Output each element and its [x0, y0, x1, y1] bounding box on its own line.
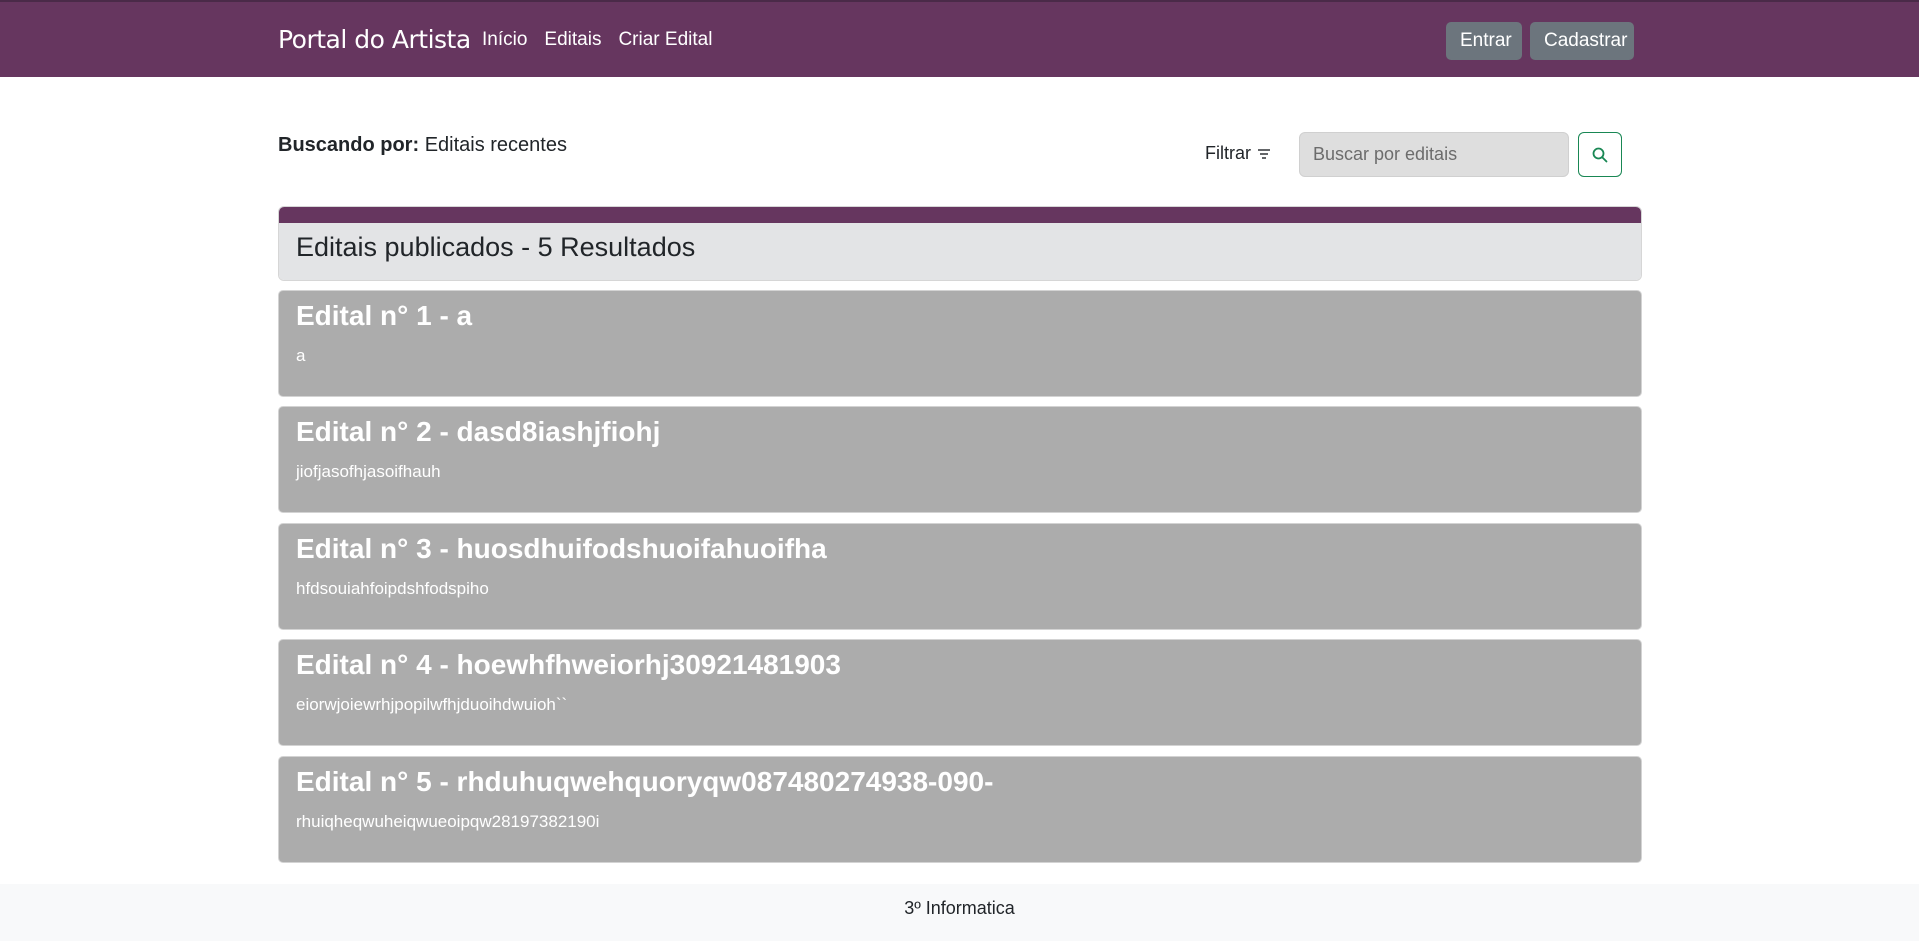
filter-icon — [1258, 148, 1270, 159]
edital-title: Edital n° 2 - dasd8iashjfiohj — [296, 416, 661, 447]
edital-description: hfdsouiahfoipdshfodspiho — [296, 579, 489, 598]
filter-button[interactable]: Filtrar — [1205, 143, 1271, 164]
signup-button[interactable]: Cadastrar — [1530, 22, 1634, 60]
brand-logo[interactable]: Portal do Artista — [278, 25, 471, 54]
edital-description: eiorwjoiewrhjpopilwfhjduoihdwuioh`` — [296, 695, 568, 714]
edital-card[interactable]: Edital n° 1 - a a — [278, 290, 1642, 397]
results-card-accent — [279, 207, 1641, 223]
edital-title: Edital n° 3 - huosdhuifodshuoifahuoifha — [296, 533, 827, 564]
search-status-label: Buscando por: — [278, 134, 420, 156]
edital-card[interactable]: Edital n° 3 - huosdhuifodshuoifahuoifha … — [278, 523, 1642, 630]
edital-card[interactable]: Edital n° 5 - rhduhuqwehquoryqw087480274… — [278, 756, 1642, 863]
results-card: Editais publicados - 5 Resultados — [278, 206, 1642, 281]
search-icon — [1592, 147, 1608, 162]
search-button[interactable] — [1578, 132, 1622, 177]
edital-card[interactable]: Edital n° 4 - hoewhfhweiorhj30921481903 … — [278, 639, 1642, 746]
nav-link-inicio[interactable]: Início — [482, 29, 527, 51]
navbar: Portal do Artista Início Editais Criar E… — [0, 0, 1919, 77]
filter-label: Filtrar — [1205, 143, 1251, 163]
footer: 3º Informatica — [0, 884, 1919, 941]
footer-text: 3º Informatica — [904, 898, 1015, 918]
nav-links: Início Editais Criar Edital — [482, 29, 712, 51]
search-status-value: Editais recentes — [424, 134, 567, 156]
login-button[interactable]: Entrar — [1446, 22, 1522, 60]
search-status: Buscando por: Editais recentes — [278, 134, 567, 157]
edital-title: Edital n° 4 - hoewhfhweiorhj30921481903 — [296, 649, 841, 680]
edital-title: Edital n° 5 - rhduhuqwehquoryqw087480274… — [296, 766, 994, 797]
edital-title: Edital n° 1 - a — [296, 300, 473, 331]
search-input[interactable] — [1299, 132, 1569, 177]
nav-link-editais[interactable]: Editais — [544, 29, 601, 51]
results-header: Editais publicados - 5 Resultados — [279, 223, 1641, 280]
edital-description: jiofjasofhjasoifhauh — [296, 462, 441, 481]
edital-card[interactable]: Edital n° 2 - dasd8iashjfiohj jiofjasofh… — [278, 406, 1642, 513]
edital-description: rhuiqheqwuheiqwueoipqw28197382190i — [296, 812, 600, 831]
edital-description: a — [296, 346, 306, 365]
nav-link-criar-edital[interactable]: Criar Edital — [618, 29, 712, 51]
